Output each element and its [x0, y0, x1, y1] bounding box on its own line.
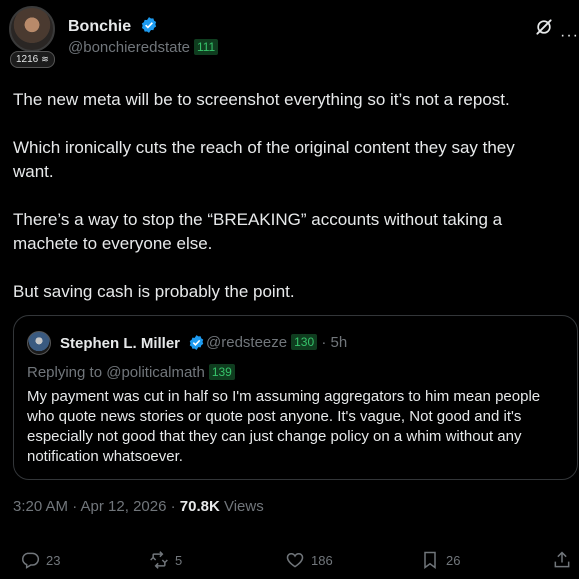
quote-handle-row: @redsteeze 130 · 5h — [206, 334, 347, 351]
level-badge-icon: ≋ — [41, 54, 49, 64]
author-handle-row: @bonchieredstate 111 — [68, 39, 219, 56]
post-paragraph: There’s a way to stop the “BREAKING” acc… — [13, 210, 503, 253]
quote-handle-badge: 130 — [291, 334, 318, 350]
quote-avatar[interactable] — [27, 331, 51, 355]
share-button[interactable] — [552, 550, 572, 570]
bookmark-count: 26 — [446, 552, 461, 568]
level-badge-value: 1216 — [16, 54, 39, 65]
bookmark-icon — [424, 551, 436, 569]
views-label: Views — [219, 498, 264, 515]
post-paragraph: But saving cash is probably the point. — [13, 282, 295, 301]
like-count: 186 — [311, 552, 333, 568]
views-count: 70.8K — [179, 498, 220, 515]
like-button[interactable]: 186 — [285, 550, 333, 570]
handle-badge: 111 — [193, 39, 219, 55]
quote-replying-row: Replying to @politicalmath 139 — [27, 364, 235, 381]
verified-icon — [189, 335, 204, 350]
level-badge: 1216 ≋ — [10, 51, 55, 68]
repost-icon — [150, 551, 168, 569]
post-timestamp[interactable]: 3:20 AM · Apr 12, 2026 · — [13, 498, 180, 515]
reply-icon — [22, 552, 40, 569]
replying-to-label[interactable]: Replying to @politicalmath — [27, 364, 205, 381]
author-name[interactable]: Bonchie — [68, 18, 131, 35]
reply-button[interactable]: 23 — [20, 550, 60, 570]
repost-count: 5 — [175, 552, 183, 568]
author-avatar[interactable] — [9, 6, 55, 52]
grok-icon[interactable] — [534, 17, 554, 37]
post-paragraph: Which ironically cuts the reach of the o… — [13, 138, 515, 181]
quote-name-row[interactable]: Stephen L. Miller — [60, 334, 205, 352]
post-meta: 3:20 AM · Apr 12, 2026 · 70.8K Views — [13, 498, 264, 515]
verified-icon — [141, 17, 156, 33]
quote-handle[interactable]: @redsteeze — [206, 334, 287, 351]
repost-button[interactable]: 5 — [149, 550, 182, 570]
more-icon[interactable]: ··· — [560, 27, 579, 45]
bookmark-button[interactable]: 26 — [420, 550, 460, 570]
quote-text: My payment was cut in half so I'm assumi… — [27, 388, 541, 465]
author-handle[interactable]: @bonchieredstate — [68, 39, 190, 56]
like-icon — [286, 552, 304, 568]
author-name-row[interactable]: Bonchie — [68, 16, 158, 36]
reply-count: 23 — [46, 552, 61, 568]
quote-time[interactable]: · 5h — [321, 334, 347, 351]
quote-author-name[interactable]: Stephen L. Miller — [60, 335, 180, 352]
post-paragraph: The new meta will be to screenshot every… — [13, 90, 510, 109]
replying-badge: 139 — [208, 364, 235, 380]
share-icon — [554, 551, 570, 568]
